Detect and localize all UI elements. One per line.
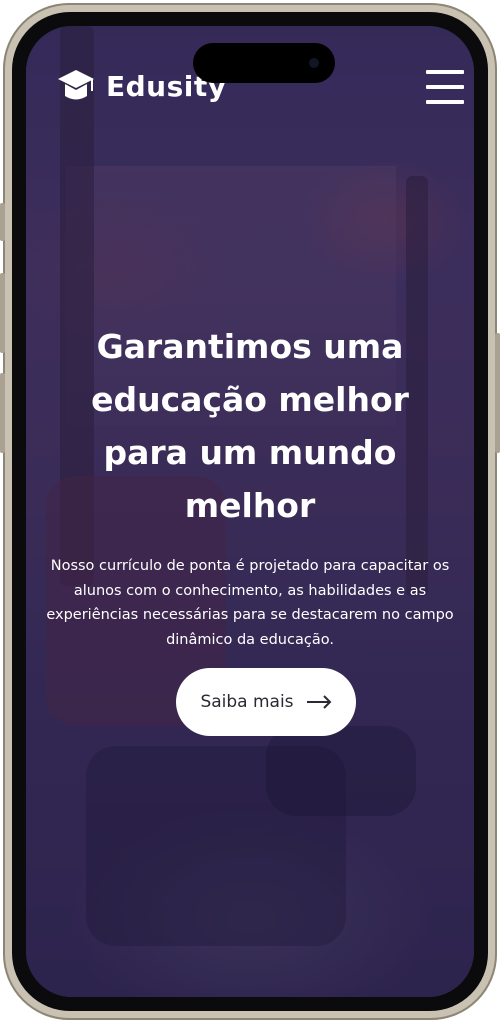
power-button [495, 333, 500, 453]
phone-frame: Edusity Garantimos uma educação melhor p… [0, 3, 500, 1020]
hamburger-menu-icon [426, 100, 464, 104]
screen: Edusity Garantimos uma educação melhor p… [26, 26, 474, 997]
action-button [0, 203, 5, 241]
dynamic-island [193, 43, 335, 83]
hamburger-menu-icon [426, 85, 464, 89]
camera-icon [309, 58, 319, 68]
hero-content: Garantimos uma educação melhor para um m… [46, 320, 454, 652]
learn-more-button[interactable]: Saiba mais [176, 668, 356, 736]
learn-more-label: Saiba mais [200, 692, 294, 712]
volume-down-button [0, 373, 5, 453]
graduation-cap-icon [58, 70, 94, 100]
volume-up-button [0, 273, 5, 353]
arrow-right-icon [306, 695, 331, 709]
hamburger-menu-icon [426, 70, 464, 74]
hero-description: Nosso currículo de ponta é projetado par… [46, 558, 454, 648]
menu-button[interactable] [426, 70, 464, 104]
hero-title: Garantimos uma educação melhor para um m… [91, 327, 409, 525]
phone-bezel: Edusity Garantimos uma educação melhor p… [12, 12, 488, 1011]
